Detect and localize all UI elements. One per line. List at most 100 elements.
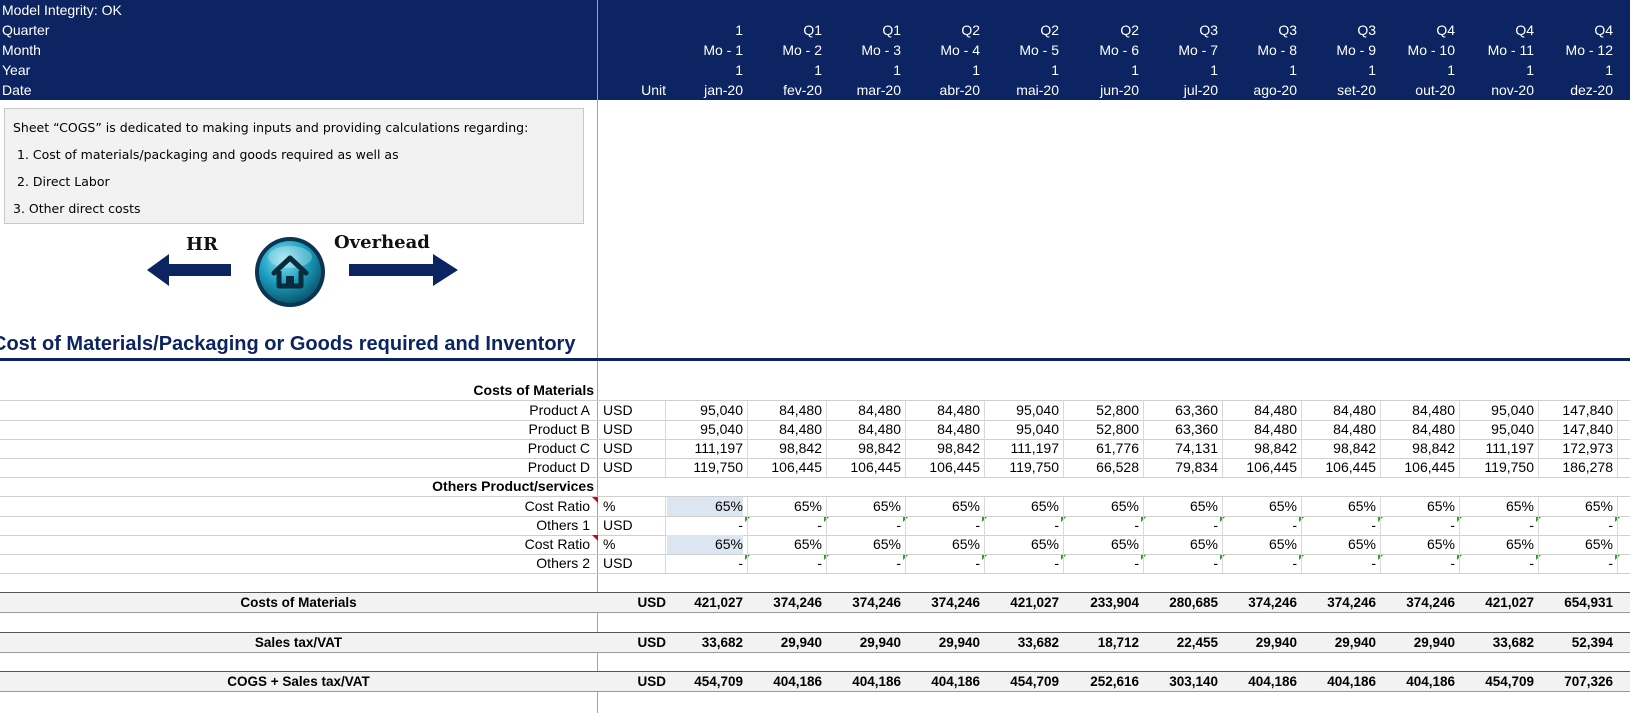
total-value-cell: 374,246 xyxy=(1248,595,1297,610)
value-cell: 119,750 xyxy=(1009,459,1059,475)
year-cell: 1 xyxy=(1051,62,1059,78)
comment-indicator[interactable] xyxy=(592,535,598,541)
column-separator xyxy=(984,497,985,516)
ratio-input-cell[interactable]: 65% xyxy=(827,497,901,516)
column-separator xyxy=(1063,420,1064,439)
ratio-input-cell[interactable]: 65% xyxy=(1302,497,1376,516)
row-label: Product C xyxy=(527,440,590,456)
value-cell: 74,131 xyxy=(1175,440,1218,456)
unit-cell: USD xyxy=(603,440,633,456)
total-value-cell: 421,027 xyxy=(694,595,743,610)
ratio-input-cell[interactable]: 65% xyxy=(748,497,822,516)
quarter-cell: Q3 xyxy=(1357,22,1376,38)
ratio-input-cell[interactable]: 65% xyxy=(1144,497,1218,516)
ratio-input-cell[interactable]: 65% xyxy=(1460,535,1534,554)
column-separator xyxy=(665,535,666,554)
unit-cell: % xyxy=(603,498,616,514)
nav-overhead-button[interactable]: Overhead xyxy=(334,232,462,287)
row-label: Others 1 xyxy=(536,517,590,533)
model-integrity-label: Model Integrity: OK xyxy=(2,2,122,18)
month-label: Month xyxy=(2,42,41,58)
value-cell: - xyxy=(975,517,980,533)
ratio-input-cell[interactable]: 65% xyxy=(1144,535,1218,554)
column-separator xyxy=(1538,516,1539,535)
year-cell: 1 xyxy=(972,62,980,78)
value-cell: - xyxy=(1450,517,1455,533)
unit-cell: USD xyxy=(637,595,666,610)
total-value-cell: 33,682 xyxy=(701,635,743,650)
date-cell: mar-20 xyxy=(856,82,901,98)
column-separator xyxy=(1301,439,1302,458)
column-separator xyxy=(905,497,906,516)
total-value-cell: 33,682 xyxy=(1017,635,1059,650)
column-separator xyxy=(1143,516,1144,535)
column-separator xyxy=(1301,497,1302,516)
column-separator xyxy=(1459,497,1460,516)
ratio-input-cell[interactable]: 65% xyxy=(667,535,743,554)
ratio-input-cell[interactable]: 65% xyxy=(906,497,980,516)
ratio-input-cell[interactable]: 65% xyxy=(1539,535,1613,554)
value-cell: - xyxy=(1054,517,1059,533)
ratio-input-cell[interactable]: 65% xyxy=(1223,497,1297,516)
quarter-label: Quarter xyxy=(2,22,50,38)
total-row: Costs of Materials USD 421,027 374,246 374,2… xyxy=(0,592,1630,613)
column-separator xyxy=(665,497,666,516)
value-cell: 106,445 xyxy=(850,459,901,475)
comment-indicator[interactable] xyxy=(592,497,598,503)
ratio-input-cell[interactable]: 65% xyxy=(827,535,901,554)
column-separator xyxy=(1143,458,1144,477)
ratio-input-cell[interactable]: 65% xyxy=(1381,535,1455,554)
value-cell: 95,040 xyxy=(1491,402,1534,418)
ratio-input-cell[interactable]: 65% xyxy=(1302,535,1376,554)
table-group-header: Costs of Materials xyxy=(0,381,1630,400)
month-cell: Mo - 6 xyxy=(1099,42,1139,58)
month-column-header: Q2 Mo - 6 1 jun-20 xyxy=(1063,0,1139,100)
total-value-cell: 18,712 xyxy=(1097,635,1139,650)
ratio-input-cell[interactable]: 65% xyxy=(1065,535,1139,554)
total-value-cell: 404,186 xyxy=(1406,674,1455,689)
value-cell: 106,445 xyxy=(1246,459,1297,475)
row-label: Cost Ratio xyxy=(524,498,590,514)
unit-cell: % xyxy=(603,536,616,552)
ratio-input-cell[interactable]: 65% xyxy=(748,535,822,554)
ratio-input-cell[interactable]: 65% xyxy=(1223,535,1297,554)
ratio-input-cell[interactable]: 65% xyxy=(985,535,1059,554)
value-cell: 63,360 xyxy=(1175,402,1218,418)
column-separator xyxy=(1538,401,1539,420)
quarter-cell: Q3 xyxy=(1199,22,1218,38)
total-label: Sales tax/VAT xyxy=(254,635,343,650)
total-value-cell: 374,246 xyxy=(852,595,901,610)
value-cell: 98,842 xyxy=(1254,440,1297,456)
ratio-input-cell[interactable]: 65% xyxy=(1460,497,1534,516)
value-cell: 52,800 xyxy=(1096,421,1139,437)
value-cell: 84,480 xyxy=(779,421,822,437)
value-cell: 84,480 xyxy=(779,402,822,418)
total-value-cell: 29,940 xyxy=(780,635,822,650)
column-separator xyxy=(1301,516,1302,535)
arrow-left-icon xyxy=(147,254,231,286)
value-cell: - xyxy=(1608,555,1613,571)
ratio-input-cell[interactable]: 65% xyxy=(1381,497,1455,516)
column-separator xyxy=(665,401,666,420)
column-separator xyxy=(1617,401,1618,420)
nav-hr-button[interactable]: HR xyxy=(145,232,235,287)
description-line: Sheet “COGS” is dedicated to making inpu… xyxy=(13,120,529,135)
ratio-input-cell[interactable]: 65% xyxy=(985,497,1059,516)
ratio-input-cell[interactable]: 65% xyxy=(1539,497,1613,516)
description-item: 1. Cost of materials/packaging and goods… xyxy=(17,147,399,162)
total-value-cell: 33,682 xyxy=(1492,635,1534,650)
column-separator xyxy=(747,554,748,573)
value-cell: - xyxy=(896,555,901,571)
column-separator xyxy=(1538,439,1539,458)
column-separator xyxy=(1617,439,1618,458)
ratio-input-cell[interactable]: 65% xyxy=(667,497,743,516)
value-cell: - xyxy=(1371,517,1376,533)
home-button[interactable] xyxy=(253,235,327,309)
value-cell: 98,842 xyxy=(858,440,901,456)
ratio-input-cell[interactable]: 65% xyxy=(1065,497,1139,516)
value-cell: 106,445 xyxy=(1404,459,1455,475)
ratio-input-cell[interactable]: 65% xyxy=(906,535,980,554)
value-cell: 95,040 xyxy=(700,402,743,418)
column-separator xyxy=(1380,401,1381,420)
column-separator xyxy=(1380,420,1381,439)
